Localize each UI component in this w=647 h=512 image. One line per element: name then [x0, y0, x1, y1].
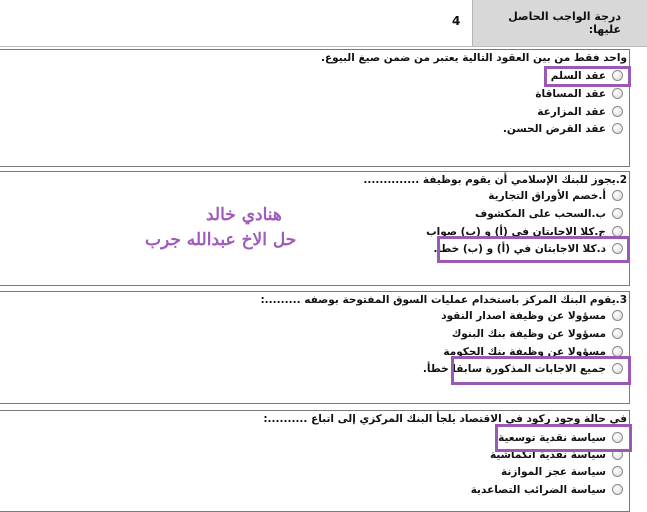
q4-option-3[interactable]: سياسة عجز الموازنة — [501, 463, 623, 480]
q1-option-2-label: عقد المساقاة — [535, 87, 606, 100]
question-3-box: 3.يقوم البنك المركز باستخدام عمليات السو… — [0, 291, 630, 404]
q3-option-1-label: مسؤولا عن وظيفة اصدار النقود — [441, 309, 606, 322]
grade-value: 4 — [452, 14, 461, 28]
answer-highlight-q1 — [544, 66, 631, 87]
q1-option-2[interactable]: عقد المساقاة — [535, 85, 623, 102]
q4-option-4[interactable]: سياسة الضرائب التصاعدية — [471, 481, 623, 498]
q4-option-4-radio[interactable] — [612, 484, 623, 495]
q1-option-3-radio[interactable] — [612, 106, 623, 117]
q1-option-2-radio[interactable] — [612, 88, 623, 99]
q4-option-3-label: سياسة عجز الموازنة — [501, 465, 606, 478]
q3-option-1[interactable]: مسؤولا عن وظيفة اصدار النقود — [441, 307, 623, 324]
q2-option-1-radio[interactable] — [612, 190, 623, 201]
q4-option-4-label: سياسة الضرائب التصاعدية — [470, 483, 606, 496]
answer-highlight-q3 — [451, 356, 631, 385]
question-2-title: 2.يجوز للبنك الإسلامي أن يقوم بوظيفة ...… — [363, 174, 627, 186]
q1-option-4-radio[interactable] — [612, 123, 623, 134]
q2-option-1[interactable]: أ.خصم الأوراق التجارية — [488, 187, 623, 204]
q3-option-2-radio[interactable] — [612, 328, 623, 339]
question-1-box: واحد فقط من بين العقود التالية يعتبر من … — [0, 49, 630, 167]
q3-option-2[interactable]: مسؤولا عن وظيفة بنك البنوك — [452, 325, 623, 342]
q1-option-4[interactable]: عقد القرض الحسن. — [503, 120, 623, 137]
q3-option-2-label: مسؤولا عن وظيفة بنك البنوك — [451, 327, 606, 340]
grade-label-cell: درجة الواجب الحاصل عليها: — [472, 0, 647, 46]
annotation-solver: حل الاخ عبدالله جرب — [145, 230, 297, 250]
grade-header: 4 درجة الواجب الحاصل عليها: — [0, 0, 647, 47]
q4-option-3-radio[interactable] — [612, 466, 623, 477]
q1-option-4-label: عقد القرض الحسن. — [502, 122, 606, 135]
annotation-author: هنادي خالد — [206, 205, 282, 225]
question-3-title: 3.يقوم البنك المركز باستخدام عمليات السو… — [260, 294, 627, 306]
q1-option-3[interactable]: عقد المزارعة — [537, 103, 623, 120]
answer-highlight-q2 — [437, 236, 630, 263]
question-1-title: واحد فقط من بين العقود التالية يعتبر من … — [320, 52, 627, 64]
q2-option-2[interactable]: ب.السحب على المكشوف — [475, 205, 623, 222]
q3-option-1-radio[interactable] — [612, 310, 623, 321]
q1-option-3-label: عقد المزارعة — [537, 105, 606, 118]
answer-highlight-q4 — [495, 424, 632, 452]
q2-option-2-label: ب.السحب على المكشوف — [475, 207, 606, 220]
q2-option-2-radio[interactable] — [612, 208, 623, 219]
grade-label: درجة الواجب الحاصل عليها: — [508, 10, 621, 36]
q2-option-1-label: أ.خصم الأوراق التجارية — [488, 189, 606, 202]
question-2-box: 2.يجوز للبنك الإسلامي أن يقوم بوظيفة ...… — [0, 171, 630, 286]
